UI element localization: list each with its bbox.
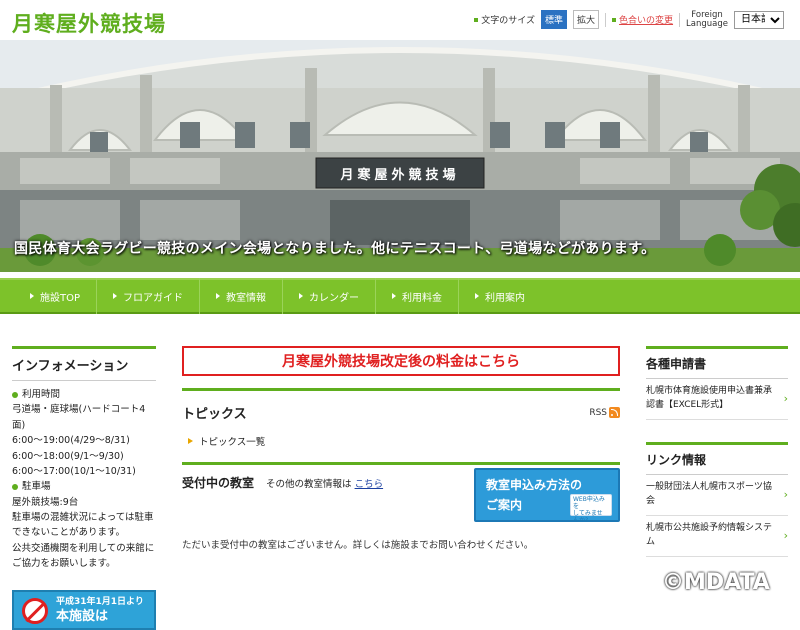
forms-item-application[interactable]: 札幌市体育施設使用申込書兼承認書【EXCEL形式】 › (646, 379, 788, 420)
nav-item-floor-guide[interactable]: フロアガイド (97, 278, 201, 314)
fee-revision-banner[interactable]: 月寒屋外競技場改定後の料金はこちら (182, 346, 620, 376)
triangle-right-icon (188, 438, 193, 444)
nav-item-usage-guide[interactable]: 利用案内 (459, 278, 541, 314)
no-smoking-icon (22, 597, 48, 624)
language-select[interactable]: 日本語 (734, 10, 784, 29)
link-facility-reservation-system[interactable]: 札幌市公共施設予約情報システム › (646, 516, 788, 557)
parking-line: 駐車場の混雑状況によっては駐車 (12, 512, 154, 523)
no-smoking-banner[interactable]: 平成31年1月1日より 本施設は (12, 589, 156, 630)
arrow-right-icon (392, 293, 397, 299)
font-size-large-button[interactable]: 拡大 (573, 10, 600, 29)
color-change-link[interactable]: 色合いの変更 (619, 13, 673, 26)
global-nav: 施設TOP フロアガイド 教室情報 カレンダー 利用料金 利用案内 (0, 278, 800, 314)
rss-link[interactable]: RSS (589, 407, 620, 418)
topics-list-link-text: トピックス一覧 (199, 437, 266, 448)
rss-icon (609, 407, 620, 418)
rss-label: RSS (589, 407, 607, 418)
nav-label: 利用料金 (402, 292, 443, 304)
forms-item-label: 札幌市体育施設使用申込書兼承認書【EXCEL形式】 (646, 386, 773, 410)
bullet-icon (12, 483, 18, 490)
arrow-right-icon (113, 293, 118, 299)
square-icon (612, 17, 617, 22)
information-title: インフォメーション (12, 346, 156, 381)
banner-line2: 本施設は (56, 609, 109, 625)
no-open-classes-message: ただいま受付中の教室はございません。詳しくは施設までお問い合わせください。 (182, 540, 534, 551)
nav-item-calendar[interactable]: カレンダー (283, 278, 377, 314)
arrow-right-icon (299, 293, 304, 299)
topics-title: トピックス (182, 407, 247, 422)
divider (605, 12, 607, 27)
arrow-right-icon (475, 293, 480, 299)
other-classes-text: その他の教室情報は こちら (266, 476, 383, 490)
nav-label: フロアガイド (123, 292, 184, 304)
building-sign: 月寒屋外競技場 (340, 168, 460, 183)
right-sidebar: 各種申請書 札幌市体育施設使用申込書兼承認書【EXCEL形式】 › リンク情報 … (646, 346, 788, 557)
links-section: リンク情報 一般財団法人札幌市スポーツ協会 › 札幌市公共施設予約情報システム … (646, 441, 788, 557)
class-banner-sub2: してみませんか? (573, 509, 603, 524)
class-application-guide-banner[interactable]: 教室申込み方法の ご案内 WEB申込みを してみませんか? (474, 468, 620, 524)
hours-heading: 利用時間 (12, 387, 156, 402)
nav-label: 施設TOP (40, 292, 81, 304)
open-classes-section: 受付中の教室 その他の教室情報は こちら 教室申込み方法の ご案内 WEB申込み… (182, 462, 620, 554)
links-title: リンク情報 (646, 441, 788, 475)
nav-label: 利用案内 (485, 292, 526, 304)
forms-title: 各種申請書 (646, 346, 788, 379)
nav-label: カレンダー (309, 292, 360, 304)
tablet-icon: WEB申込みを してみませんか? (570, 494, 612, 524)
divider (679, 12, 681, 27)
left-sidebar: インフォメーション 利用時間 弓道場・庭球場(ハードコート4面) 6:00～19… (12, 346, 156, 630)
class-banner-sub1: WEB申込みを (573, 496, 605, 510)
parking-line: できないことがあります。 (12, 527, 126, 539)
link-label: 一般財団法人札幌市スポーツ協会 (646, 481, 772, 506)
no-smoking-banner-text: 平成31年1月1日より 本施設は (56, 596, 144, 627)
link-label: 札幌市公共施設予約情報システム (646, 522, 773, 547)
parking-heading-text: 駐車場 (22, 481, 51, 493)
nav-label: 教室情報 (226, 292, 267, 304)
parking-line: ご協力をお願いします。 (12, 558, 116, 570)
chevron-right-icon: › (783, 488, 788, 502)
parking-line: 公共交通機関を利用しての来館に (12, 542, 155, 554)
bullet-icon (12, 391, 18, 398)
banner-line1: 平成31年1月1日より (56, 596, 144, 607)
class-banner-line1: 教室申込み方法の (486, 478, 583, 492)
hours-line: 6:00～17:00(10/1～10/31) (12, 465, 136, 477)
class-banner-line2: ご案内 (486, 498, 523, 512)
chevron-right-icon: › (783, 392, 788, 406)
hours-line: 6:00～18:00(9/1～9/30) (12, 450, 124, 462)
site-title[interactable]: 月寒屋外競技場 (12, 8, 166, 38)
site-header: 月寒屋外競技場 文字のサイズ 標準 拡大 色合いの変更 Foreign Lang… (0, 0, 800, 40)
hours-line: 6:00～19:00(4/29～8/31) (12, 435, 130, 447)
other-classes-label: その他の教室情報は (266, 478, 352, 490)
open-classes-title: 受付中の教室 (182, 476, 255, 490)
hero-image: 月寒屋外競技場 国民体育大会ラグビー競技のメイン会場となりました。他にテニスコー… (0, 40, 800, 272)
information-list: 利用時間 弓道場・庭球場(ハードコート4面) 6:00～19:00(4/29～8… (12, 387, 156, 572)
main-content: 月寒屋外競技場改定後の料金はこちら トピックス RSS トピックス一覧 受付中の… (182, 346, 620, 554)
color-change-group: 色合いの変更 (612, 13, 673, 26)
topics-section: トピックス RSS トピックス一覧 (182, 388, 620, 448)
square-icon (474, 17, 479, 22)
nav-item-class-info[interactable]: 教室情報 (200, 278, 284, 314)
watermark: ©MDATA (662, 570, 770, 595)
utility-bar: 文字のサイズ 標準 拡大 色合いの変更 Foreign Language 日本語 (474, 10, 784, 29)
nav-item-fees[interactable]: 利用料金 (376, 278, 460, 314)
topics-header: トピックス RSS (182, 391, 620, 426)
font-size-standard-button[interactable]: 標準 (541, 10, 568, 29)
chevron-right-icon: › (783, 529, 788, 543)
other-classes-link[interactable]: こちら (355, 479, 384, 490)
foreign-line2: Language (686, 18, 728, 29)
parking-line: 屋外競技場:9台 (12, 496, 79, 508)
link-sapporo-sports-association[interactable]: 一般財団法人札幌市スポーツ協会 › (646, 475, 788, 516)
font-size-text: 文字のサイズ (481, 16, 535, 26)
foreign-language-label: Foreign Language (686, 11, 728, 28)
parking-heading: 駐車場 (12, 479, 156, 494)
class-banner-sub: WEB申込みを してみませんか? (573, 496, 607, 525)
topics-list-link[interactable]: トピックス一覧 (182, 426, 620, 448)
arrow-right-icon (30, 293, 34, 299)
nav-item-facility-top[interactable]: 施設TOP (14, 278, 98, 314)
font-size-label: 文字のサイズ (474, 13, 535, 26)
hours-line: 弓道場・庭球場(ハードコート4面) (12, 404, 146, 431)
hours-heading-text: 利用時間 (22, 389, 61, 400)
hero-caption: 国民体育大会ラグビー競技のメイン会場となりました。他にテニスコート、弓道場などが… (14, 241, 656, 257)
arrow-right-icon (216, 293, 221, 299)
